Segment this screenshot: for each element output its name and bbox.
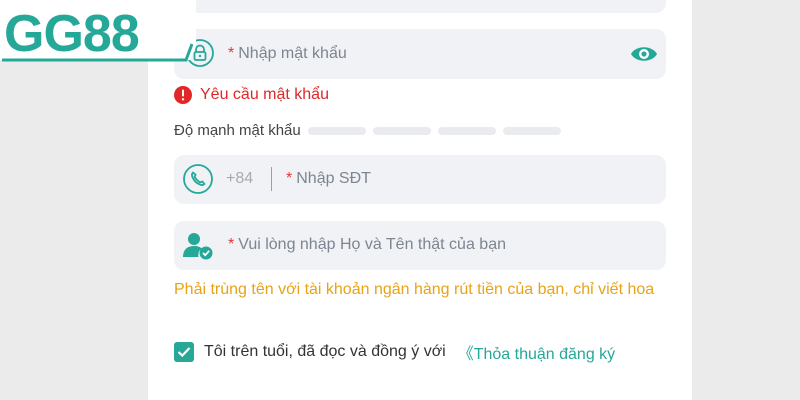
required-mark: *	[228, 236, 235, 253]
password-input[interactable]: * Nhập mật khẩu	[228, 45, 347, 63]
strength-bar	[502, 126, 561, 135]
phone-placeholder: Nhập SĐT	[296, 170, 371, 187]
eye-icon[interactable]	[629, 43, 659, 65]
strength-bar	[372, 126, 431, 135]
password-placeholder: Nhập mật khẩu	[238, 45, 347, 62]
phone-icon	[183, 164, 213, 194]
agreement-row: Tôi trên tuổi, đã đọc và đồng ý với 《Thỏ…	[174, 340, 615, 364]
strength-label: Độ mạnh mật khẩu	[174, 122, 301, 139]
strength-bar	[437, 126, 496, 135]
phone-input[interactable]: * Nhập SĐT	[286, 170, 371, 188]
divider	[271, 167, 272, 191]
required-mark: *	[286, 170, 293, 187]
user-check-icon	[183, 233, 213, 260]
password-strength: Độ mạnh mật khẩu	[174, 122, 561, 139]
fullname-placeholder: Vui lòng nhập Họ và Tên thật của bạn	[238, 236, 506, 253]
gg88-logo: GG88	[0, 0, 196, 63]
error-icon	[174, 86, 192, 104]
password-error: Yêu cầu mật khẩu	[174, 86, 329, 104]
logo-text: GG88	[4, 5, 139, 63]
terms-link[interactable]: 《Thỏa thuận đăng ký	[458, 340, 615, 364]
country-code[interactable]: +84	[226, 170, 253, 188]
fullname-hint: Phải trùng tên với tài khoản ngân hàng r…	[174, 281, 655, 298]
check-icon	[177, 347, 191, 358]
strength-bar	[307, 126, 366, 135]
agreement-text: Tôi trên tuổi, đã đọc và đồng ý với	[204, 343, 446, 360]
username-field[interactable]	[174, 0, 666, 13]
agreement-checkbox[interactable]	[174, 342, 194, 362]
password-error-text: Yêu cầu mật khẩu	[200, 86, 329, 103]
required-mark: *	[228, 45, 235, 62]
fullname-input[interactable]: * Vui lòng nhập Họ và Tên thật của bạn	[228, 236, 506, 254]
